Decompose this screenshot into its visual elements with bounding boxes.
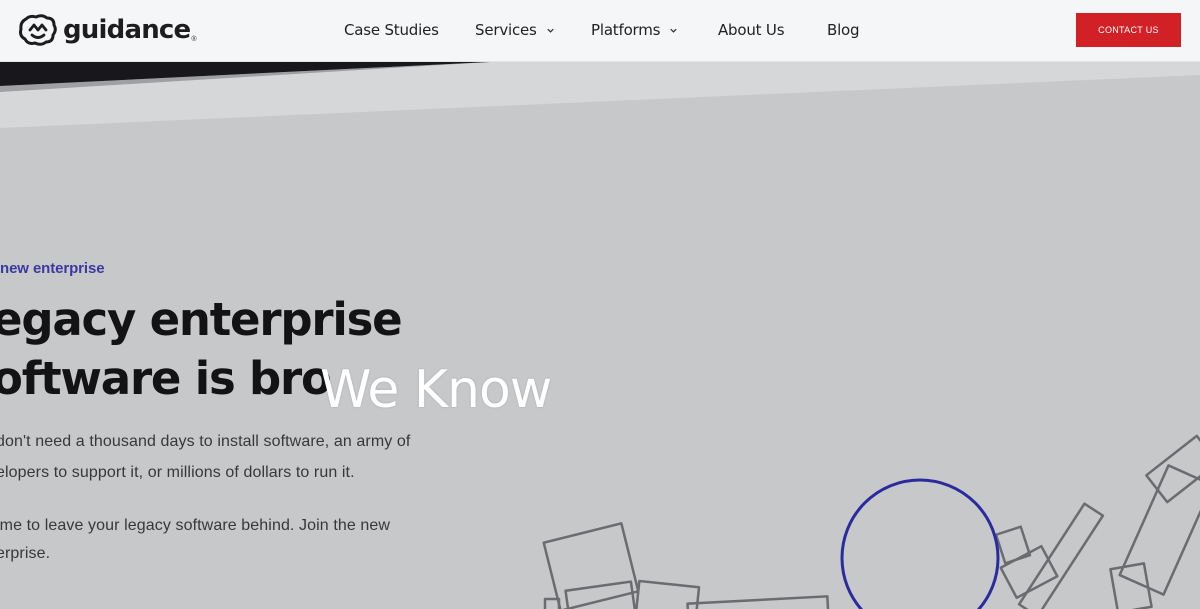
hero-paragraph-1-line-2: elopers to support it, or millions of do… xyxy=(0,464,355,481)
nav-item-case-studies[interactable]: Case Studies xyxy=(344,0,439,60)
hero-paragraph-2-line-2: erprise. xyxy=(0,545,51,562)
hero-eyebrow: new enterprise xyxy=(0,260,105,277)
hero-section: new enterprise egacy enterprise oftware … xyxy=(0,0,1200,609)
nav-item-blog[interactable]: Blog xyxy=(827,0,860,60)
brand-logo-link[interactable]: guidance ® xyxy=(18,13,197,47)
nav-item-services[interactable]: Services xyxy=(475,0,555,60)
nav-label: Case Studies xyxy=(344,21,439,39)
nav-label: Blog xyxy=(827,21,860,39)
nav-label: Services xyxy=(475,21,537,39)
hero-headline-line-1: egacy enterprise xyxy=(0,293,403,346)
hero-headline-line-2: oftware is bro xyxy=(0,352,332,405)
hero-paragraph-2-line-1: ime to leave your legacy software behind… xyxy=(0,517,391,534)
top-navigation: guidance ® Case Studies Services Platfor… xyxy=(0,0,1200,62)
brand-name: guidance xyxy=(63,15,191,45)
chevron-down-icon xyxy=(670,28,677,33)
hero-paragraph-1-line-1: don't need a thousand days to install so… xyxy=(0,433,411,450)
nav-label: Platforms xyxy=(591,21,661,39)
nav-item-about-us[interactable]: About Us xyxy=(718,0,785,60)
nav-label: About Us xyxy=(718,21,785,39)
registered-mark: ® xyxy=(191,35,197,43)
chevron-down-icon xyxy=(547,28,554,33)
hero-overlay-title: We Know xyxy=(320,360,552,420)
nav-item-platforms[interactable]: Platforms xyxy=(591,0,678,60)
guidance-logo-icon xyxy=(19,14,57,46)
contact-us-button[interactable]: CONTACT US xyxy=(1076,13,1181,47)
